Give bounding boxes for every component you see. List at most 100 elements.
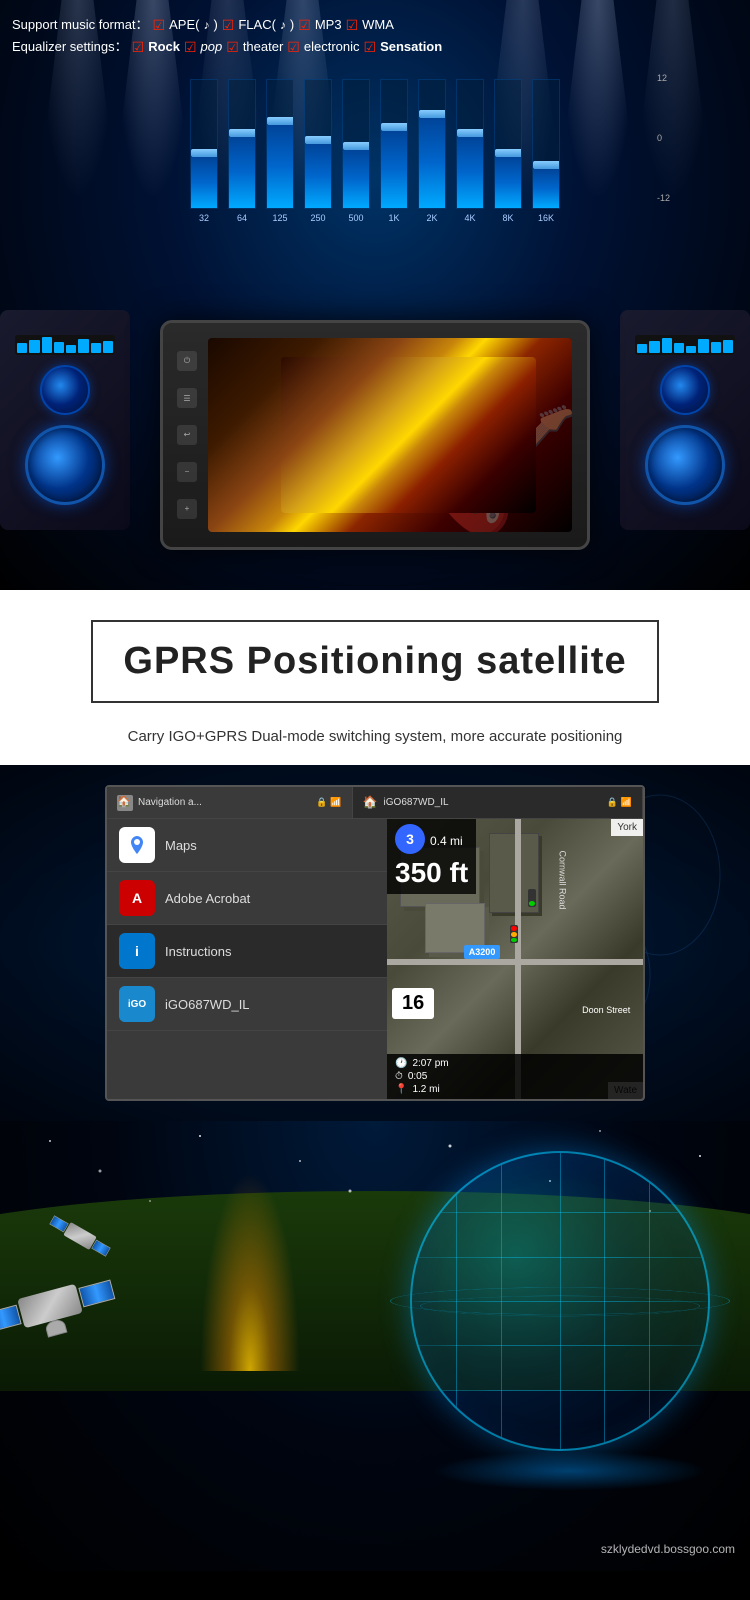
eq-handle-500[interactable]: [343, 142, 370, 150]
req-mini-4: [674, 343, 684, 353]
nav-dist-mi: 1.2 mi: [412, 1084, 439, 1095]
check-icon-mp3: ☑: [298, 14, 311, 36]
eq-handle-8k[interactable]: [495, 149, 522, 157]
eq-freq-label-2k: 2K: [426, 213, 437, 223]
nav-distance-container: 0.4 mi: [430, 834, 463, 848]
eq-mini-3: [42, 337, 52, 353]
right-speaker-eq: [635, 335, 735, 355]
app-list-panel: Maps A Adobe Acrobat i Instructions: [107, 819, 387, 1099]
eq-freq-label-500: 500: [348, 213, 363, 223]
nav-distance-mi: 0.4 mi: [430, 834, 463, 848]
road-horizontal: [387, 959, 643, 965]
eq-handle-2k[interactable]: [419, 110, 446, 118]
maps-app-icon: [119, 827, 155, 863]
car-head-unit: ⏻ ☰ ↩ − +: [160, 320, 590, 550]
nav-distance-ft: 350 ft: [395, 857, 468, 889]
sunburst: [200, 1171, 300, 1371]
nav-step-number: 3: [395, 824, 425, 854]
note-icon-2: ♪: [280, 16, 286, 35]
eq-sensation: Sensation: [380, 37, 442, 58]
nav-tab-1[interactable]: 🏠 Navigation a... 🔒 📶: [107, 787, 353, 818]
globe-line-v4: [604, 1153, 605, 1449]
right-speaker-woofer: [645, 425, 725, 505]
nav-travel-row: ⏱ 0:05: [395, 1071, 635, 1082]
eq-bar-container-2k[interactable]: [418, 79, 446, 209]
globe-line-v3: [560, 1153, 561, 1449]
req-mini-1: [637, 344, 647, 353]
eq-bar-container-1k[interactable]: [380, 79, 408, 209]
eq-handle-125[interactable]: [267, 117, 294, 125]
check-icon-sensation: ☑: [364, 36, 377, 58]
map-panel: Cornwall Road A3200 Doon Street: [387, 819, 643, 1099]
eq-bar-fill-4k: [457, 137, 483, 207]
eq-bar-container-4k[interactable]: [456, 79, 484, 209]
tl-yellow-2: [529, 896, 535, 901]
nav-speed-display: 16: [392, 988, 434, 1019]
globe: [410, 1151, 710, 1451]
app-item-acrobat[interactable]: A Adobe Acrobat: [107, 872, 387, 925]
nav-tab-2[interactable]: 🏠 iGO687WD_IL 🔒 📶: [353, 787, 643, 818]
eq-bar-container-16k[interactable]: [532, 79, 560, 209]
tl-red-2: [529, 890, 535, 895]
lock-icon-2: 🔒: [607, 797, 618, 808]
eq-freq-label-4k: 4K: [464, 213, 475, 223]
globe-grid: [412, 1153, 708, 1449]
eq-bar-container-500[interactable]: [342, 79, 370, 209]
eq-scale-top: 12: [657, 73, 670, 83]
nav-time-row: 🕐 2:07 pm: [395, 1058, 635, 1069]
home-icon: 🏠: [117, 795, 133, 811]
vol-up-btn[interactable]: +: [177, 499, 197, 519]
eq-band-64: 64: [228, 79, 256, 223]
nav-step-container: 3 0.4 mi: [395, 824, 468, 857]
eq-bar-container-8k[interactable]: [494, 79, 522, 209]
format-ape: APE(: [169, 15, 199, 36]
cornwall-road-label: Cornwall Road: [557, 850, 567, 909]
vol-down-btn[interactable]: −: [177, 462, 197, 482]
eq-mini-2: [29, 340, 39, 353]
eq-band-1k: 1K: [380, 79, 408, 223]
nav-top-info: 3 0.4 mi 350 ft: [387, 819, 476, 894]
support-label: Support music format：: [12, 15, 149, 36]
eq-bar-container-64[interactable]: [228, 79, 256, 209]
menu-btn[interactable]: ☰: [177, 388, 197, 408]
map-section: 🏠 Navigation a... 🔒 📶 🏠 iGO687WD_IL 🔒 📶: [0, 765, 750, 1121]
back-btn[interactable]: ↩: [177, 425, 197, 445]
app-item-igo[interactable]: iGO iGO687WD_IL: [107, 978, 387, 1031]
eq-handle-1k[interactable]: [381, 123, 408, 131]
eq-mini-5: [66, 345, 76, 353]
app-item-instructions[interactable]: i Instructions: [107, 925, 387, 978]
eq-band-8k: 8K: [494, 79, 522, 223]
eq-mini-1: [17, 343, 27, 353]
gprs-subtitle: Carry IGO+GPRS Dual-mode switching syste…: [60, 728, 690, 745]
eq-bar-container-125[interactable]: [266, 79, 294, 209]
navigation-screenshot: 🏠 Navigation a... 🔒 📶 🏠 iGO687WD_IL 🔒 📶: [105, 785, 645, 1101]
power-btn[interactable]: ⏻: [177, 351, 197, 371]
wifi-icon: 📶: [330, 797, 341, 808]
app-item-maps[interactable]: Maps: [107, 819, 387, 872]
check-icon-pop: ☑: [184, 36, 197, 58]
eq-handle-4k[interactable]: [457, 129, 484, 137]
eq-handle-32[interactable]: [191, 149, 218, 157]
globe-line-v5: [649, 1153, 650, 1449]
eq-bar-container-32[interactable]: [190, 79, 218, 209]
eq-handle-64[interactable]: [229, 129, 256, 137]
eq-bar-fill-125: [267, 125, 293, 208]
timer-icon: ⏱: [395, 1071, 403, 1082]
check-icon-electronic: ☑: [287, 36, 300, 58]
eq-bar-container-250[interactable]: [304, 79, 332, 209]
gprs-title-box: GPRS Positioning satellite: [91, 620, 658, 703]
nav-travel-time: 0:05: [408, 1071, 427, 1082]
nav-time: 2:07 pm: [412, 1058, 448, 1069]
globe-container: [410, 1151, 730, 1471]
eq-handle-250[interactable]: [305, 136, 332, 144]
eq-band-500: 500: [342, 79, 370, 223]
clock-icon: 🕐: [395, 1058, 407, 1069]
eq-rock: Rock: [148, 37, 180, 58]
eq-handle-16k[interactable]: [533, 161, 560, 169]
req-mini-8: [723, 340, 733, 353]
maps-app-label: Maps: [165, 838, 197, 853]
music-section: Support music format： ☑ APE( ♪ ) ☑ FLAC(…: [0, 0, 750, 590]
route-icon: 📍: [395, 1084, 407, 1095]
car-unit-controls: ⏻ ☰ ↩ − +: [168, 323, 206, 547]
nav-topbar: 🏠 Navigation a... 🔒 📶 🏠 iGO687WD_IL 🔒 📶: [107, 787, 643, 819]
